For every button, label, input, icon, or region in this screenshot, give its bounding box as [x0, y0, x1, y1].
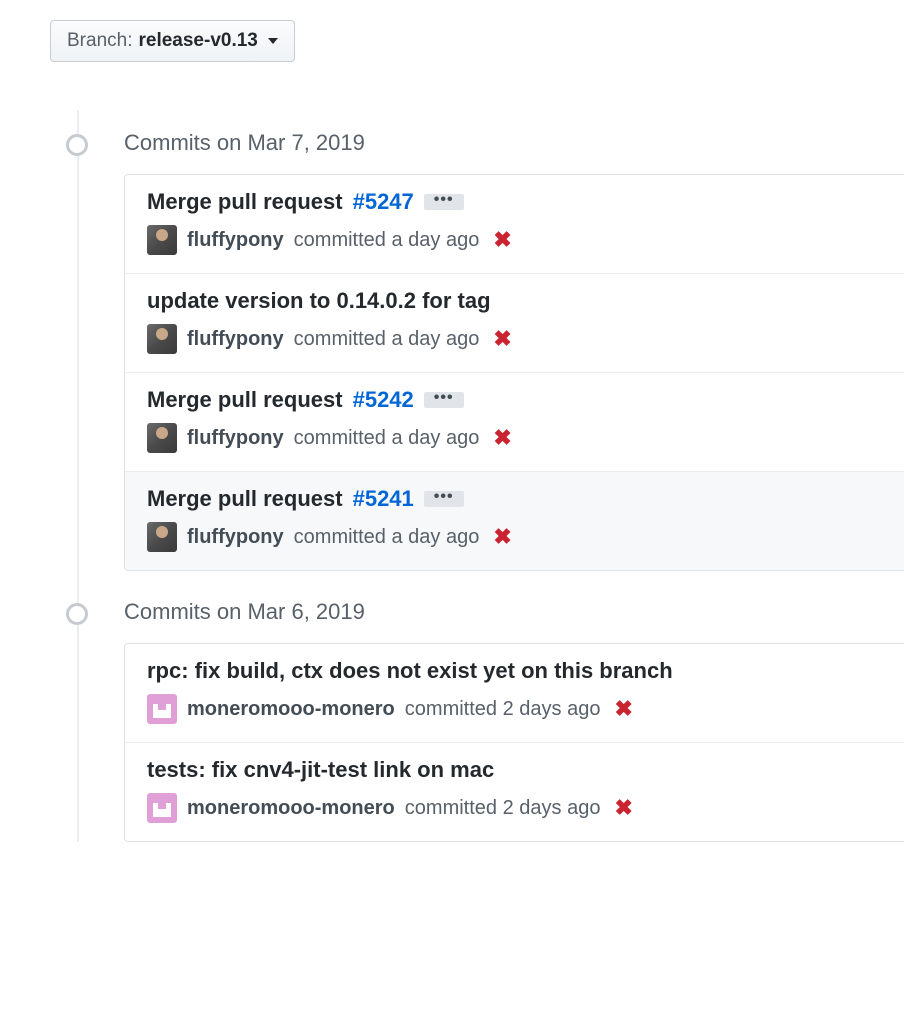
author-link[interactable]: fluffypony	[187, 526, 284, 549]
status-fail-icon[interactable]: ✖	[493, 524, 511, 550]
branch-prefix: Branch:	[67, 30, 132, 52]
branch-name: release-v0.13	[138, 30, 257, 52]
commit-title-prefix: Merge pull request	[147, 486, 343, 512]
avatar[interactable]	[147, 324, 177, 354]
status-fail-icon[interactable]: ✖	[614, 696, 632, 722]
status-fail-icon[interactable]: ✖	[614, 795, 632, 821]
avatar[interactable]	[147, 522, 177, 552]
commit-item[interactable]: tests: fix cnv4-jit-test link on mac mone…	[125, 742, 904, 841]
expand-message-button[interactable]: •••	[424, 491, 464, 507]
author-link[interactable]: fluffypony	[187, 328, 284, 351]
author-link[interactable]: fluffypony	[187, 427, 284, 450]
commit-time: committed 2 days ago	[405, 698, 601, 721]
commit-title[interactable]: Merge pull request #5247 •••	[147, 189, 882, 215]
commit-title-text: update version to 0.14.0.2 for tag	[147, 288, 491, 314]
commit-title[interactable]: tests: fix cnv4-jit-test link on mac	[147, 757, 882, 783]
commit-title[interactable]: Merge pull request #5241 •••	[147, 486, 882, 512]
avatar[interactable]	[147, 225, 177, 255]
commit-meta: moneromooo-monero committed 2 days ago ✖	[147, 694, 882, 724]
commit-item[interactable]: update version to 0.14.0.2 for tag fluffy…	[125, 273, 904, 372]
commit-meta: fluffypony committed a day ago ✖	[147, 225, 882, 255]
commit-title[interactable]: update version to 0.14.0.2 for tag	[147, 288, 882, 314]
commit-group-header: Commits on Mar 6, 2019	[124, 599, 904, 625]
commit-item[interactable]: Merge pull request #5247 ••• fluffypony com…	[125, 175, 904, 273]
author-link[interactable]: fluffypony	[187, 229, 284, 252]
expand-message-button[interactable]: •••	[424, 194, 464, 210]
chevron-down-icon	[268, 38, 278, 44]
commit-timeline: Commits on Mar 7, 2019 Merge pull request…	[50, 130, 904, 842]
commit-time: committed a day ago	[294, 526, 480, 549]
avatar[interactable]	[147, 793, 177, 823]
commit-title-text: rpc: fix build, ctx does not exist yet o…	[147, 658, 673, 684]
commit-group-header: Commits on Mar 7, 2019	[124, 130, 904, 156]
commit-meta: fluffypony committed a day ago ✖	[147, 423, 882, 453]
commit-time: committed a day ago	[294, 427, 480, 450]
commit-list: Merge pull request #5247 ••• fluffypony com…	[124, 174, 904, 571]
commit-title-prefix: Merge pull request	[147, 189, 343, 215]
commit-list: rpc: fix build, ctx does not exist yet o…	[124, 643, 904, 842]
commit-item[interactable]: Merge pull request #5242 ••• fluffypony com…	[125, 372, 904, 471]
commit-title[interactable]: Merge pull request #5242 •••	[147, 387, 882, 413]
pr-link[interactable]: #5247	[353, 189, 414, 215]
commit-title[interactable]: rpc: fix build, ctx does not exist yet o…	[147, 658, 882, 684]
expand-message-button[interactable]: •••	[424, 392, 464, 408]
commit-title-text: tests: fix cnv4-jit-test link on mac	[147, 757, 494, 783]
avatar[interactable]	[147, 423, 177, 453]
commit-time: committed a day ago	[294, 229, 480, 252]
branch-selector[interactable]: Branch: release-v0.13	[50, 20, 295, 62]
status-fail-icon[interactable]: ✖	[493, 227, 511, 253]
status-fail-icon[interactable]: ✖	[493, 326, 511, 352]
commit-meta: fluffypony committed a day ago ✖	[147, 522, 882, 552]
commit-item[interactable]: Merge pull request #5241 ••• fluffypony com…	[125, 471, 904, 570]
commit-meta: moneromooo-monero committed 2 days ago ✖	[147, 793, 882, 823]
commit-time: committed a day ago	[294, 328, 480, 351]
commit-item[interactable]: rpc: fix build, ctx does not exist yet o…	[125, 644, 904, 742]
author-link[interactable]: moneromooo-monero	[187, 797, 395, 820]
status-fail-icon[interactable]: ✖	[493, 425, 511, 451]
commit-time: committed 2 days ago	[405, 797, 601, 820]
pr-link[interactable]: #5241	[353, 486, 414, 512]
author-link[interactable]: moneromooo-monero	[187, 698, 395, 721]
pr-link[interactable]: #5242	[353, 387, 414, 413]
commit-meta: fluffypony committed a day ago ✖	[147, 324, 882, 354]
avatar[interactable]	[147, 694, 177, 724]
commit-title-prefix: Merge pull request	[147, 387, 343, 413]
